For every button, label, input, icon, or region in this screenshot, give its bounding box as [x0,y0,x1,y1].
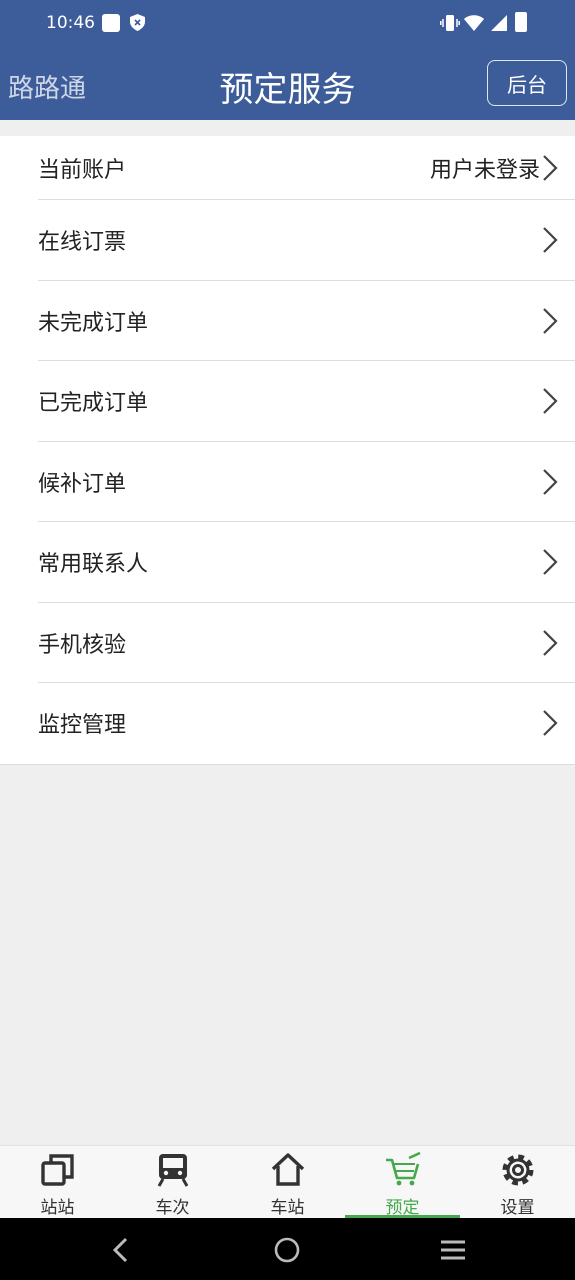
menu-item-label: 已完成订单 [38,391,149,417]
chevron-right-icon [543,629,558,656]
train-icon [157,1154,189,1187]
menu-item-label: 常用联系人 [38,552,149,578]
menu-item-online-booking[interactable]: 在线订票 [0,200,575,281]
chevron-right-icon [543,468,558,495]
app-header: 10:46 路路通 预定服务 后台 [0,0,575,120]
tab-booking[interactable]: 预定 [345,1146,460,1219]
chevron-right-icon [543,388,558,415]
menu-item-phone-verification[interactable]: 手机核验 [0,603,575,684]
menu-item-label: 当前账户 [38,158,127,183]
status-bar: 10:46 [0,0,575,48]
menu-item-pending-orders[interactable]: 未完成订单 [0,281,575,362]
tab-label: 站站 [40,1198,75,1218]
tab-label: 车次 [155,1198,190,1218]
copy-icon [41,1154,74,1186]
battery-icon [515,12,527,32]
tab-settings[interactable]: 设置 [460,1146,575,1219]
chevron-right-icon [543,155,558,181]
shield-notification-icon [130,14,145,31]
tab-label: 设置 [500,1198,535,1218]
status-time: 10:46 [46,13,95,33]
menu-item-waitlist-orders[interactable]: 候补订单 [0,442,575,523]
system-navigation-bar [0,1218,575,1280]
home-icon [271,1153,305,1186]
vibrate-icon [440,15,460,31]
tab-train-number[interactable]: 车次 [115,1146,230,1219]
menu-item-label: 候补订单 [38,471,127,497]
menu-item-label: 在线订票 [38,230,127,256]
tab-label: 车站 [270,1198,305,1218]
bottom-tab-bar: 站站 车次 车站 预定 设置 [0,1145,575,1219]
back-icon[interactable] [106,1235,136,1265]
tab-station-to-station[interactable]: 站站 [0,1146,115,1219]
home-button-icon[interactable] [272,1235,302,1265]
menu-item-current-account[interactable]: 当前账户 用户未登录 [0,136,575,200]
gear-icon [502,1154,534,1186]
wifi-icon [464,15,484,31]
menu-item-completed-orders[interactable]: 已完成订单 [0,361,575,442]
account-status-value: 用户未登录 [429,158,540,183]
recents-icon[interactable] [438,1235,468,1265]
cart-icon [386,1152,421,1186]
tab-station[interactable]: 车站 [230,1146,345,1219]
menu-item-label: 未完成订单 [38,310,149,336]
service-menu: 当前账户 用户未登录 在线订票 未完成订单 已完成订单 候补订单 常用联系人 手… [0,136,575,765]
chevron-right-icon [543,549,558,576]
signal-icon [491,15,507,31]
chevron-right-icon [543,710,558,737]
chevron-right-icon [543,227,558,254]
mail-notification-icon [102,14,120,32]
admin-button[interactable]: 后台 [487,60,567,106]
menu-item-frequent-contacts[interactable]: 常用联系人 [0,522,575,603]
menu-item-label: 手机核验 [38,632,127,658]
menu-item-monitor-management[interactable]: 监控管理 [0,683,575,764]
chevron-right-icon [543,307,558,334]
menu-item-label: 监控管理 [38,713,127,739]
